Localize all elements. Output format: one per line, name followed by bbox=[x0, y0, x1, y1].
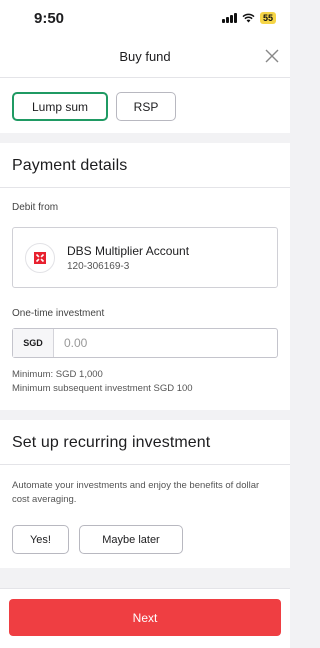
account-name: DBS Multiplier Account bbox=[67, 243, 190, 258]
amount-input[interactable] bbox=[54, 329, 277, 357]
amount-field: SGD bbox=[12, 328, 278, 358]
payment-details-card: Payment details Debit from DBS Multiplie… bbox=[0, 143, 290, 410]
currency-label: SGD bbox=[13, 329, 54, 357]
battery-icon: 55 bbox=[259, 12, 276, 24]
dbs-logo-icon bbox=[25, 242, 55, 273]
recurring-investment-card: Set up recurring investment Automate you… bbox=[0, 420, 290, 568]
status-icons: 55 bbox=[221, 12, 276, 24]
debit-account-selector[interactable]: DBS Multiplier Account 120-306169-3 bbox=[12, 227, 278, 288]
yes-button[interactable]: Yes! bbox=[12, 525, 69, 554]
investment-label: One-time investment bbox=[12, 308, 105, 319]
recurring-title: Set up recurring investment bbox=[12, 434, 211, 451]
minimum-hint: Minimum: SGD 1,000 bbox=[12, 369, 103, 380]
recurring-description: Automate your investments and enjoy the … bbox=[12, 480, 260, 505]
payment-details-title: Payment details bbox=[12, 157, 128, 174]
signal-icon bbox=[221, 13, 237, 23]
page-title: Buy fund bbox=[119, 49, 171, 64]
next-button[interactable]: Next bbox=[9, 599, 281, 636]
minimum-subsequent-hint: Minimum subsequent investment SGD 100 bbox=[12, 383, 193, 394]
wifi-icon bbox=[242, 13, 255, 23]
lump-sum-option[interactable]: Lump sum bbox=[12, 92, 108, 121]
debit-from-label: Debit from bbox=[12, 202, 59, 213]
rsp-option[interactable]: RSP bbox=[116, 92, 176, 121]
status-bar: 9:50 55 bbox=[0, 0, 290, 36]
purchase-mode-toggle: Lump sum RSP bbox=[0, 78, 290, 133]
footer-bar: Next bbox=[0, 588, 290, 648]
account-number: 120-306169-3 bbox=[67, 260, 130, 272]
status-time: 9:50 bbox=[34, 9, 65, 27]
maybe-later-button[interactable]: Maybe later bbox=[79, 525, 183, 554]
page-header: Buy fund bbox=[0, 36, 290, 78]
close-icon[interactable] bbox=[262, 46, 282, 66]
